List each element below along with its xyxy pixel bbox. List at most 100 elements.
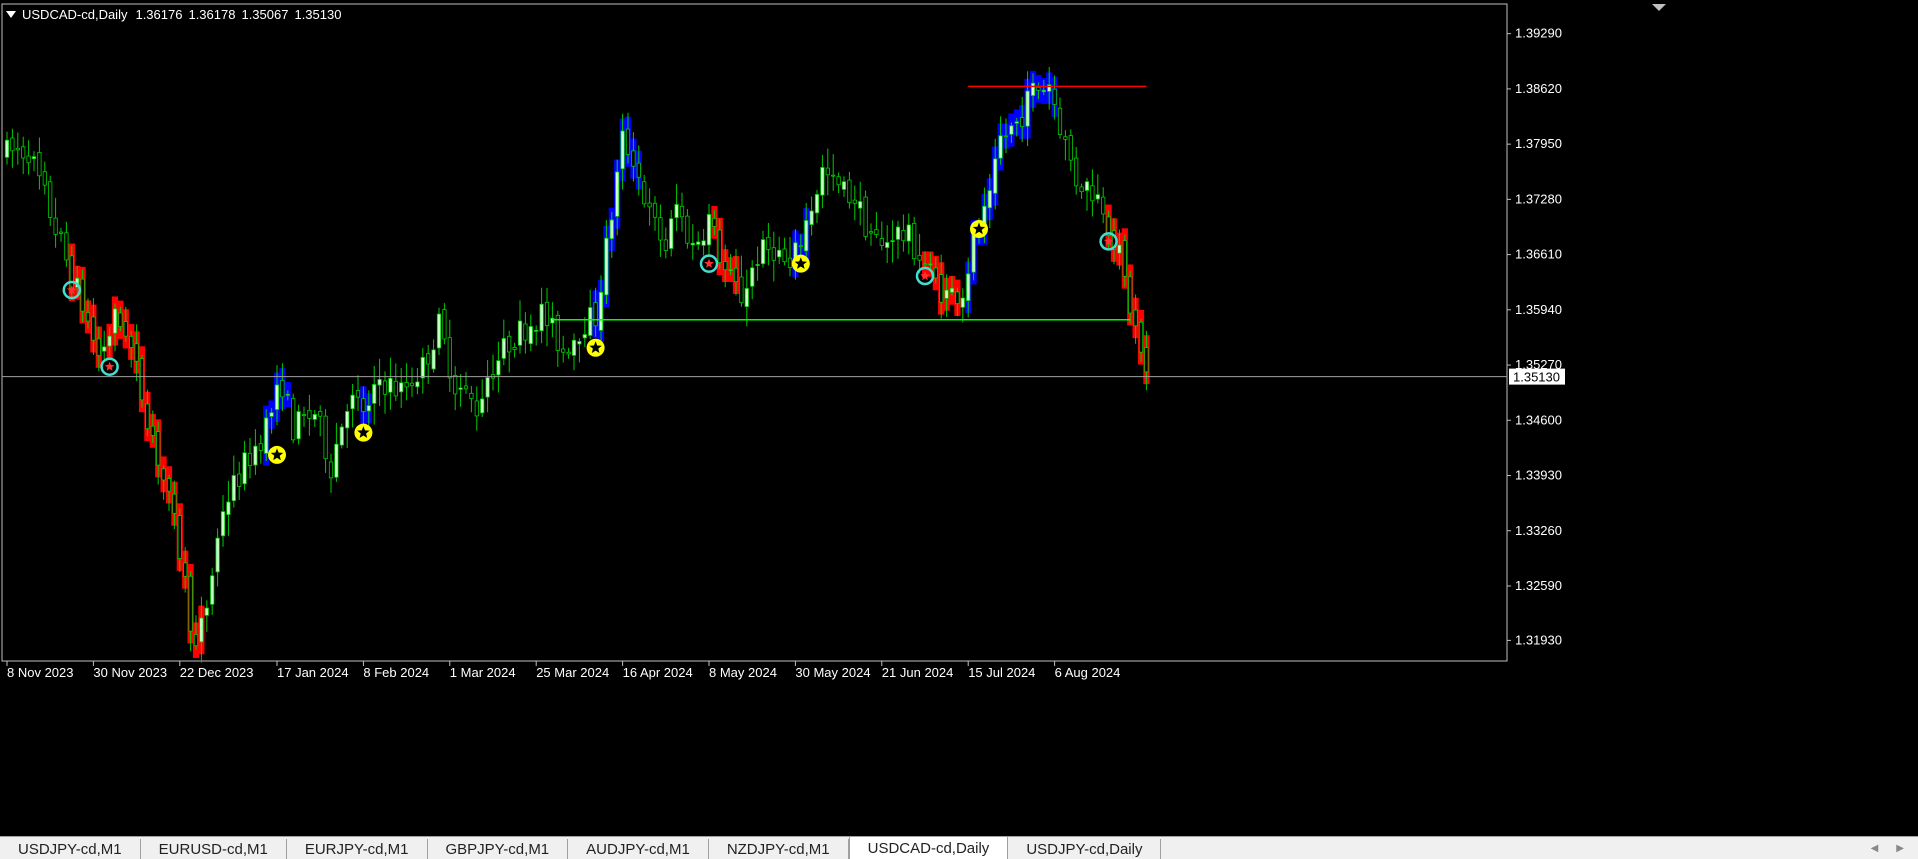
chart-tab-usdcad-cd-daily[interactable]: USDCAD-cd,Daily: [848, 837, 1009, 859]
bull-candle: [210, 575, 215, 605]
price-axis-label: 1.31930: [1515, 632, 1562, 647]
bear-candle: [561, 348, 566, 353]
bear-candle: [69, 255, 74, 290]
bear-candle: [852, 199, 857, 204]
bull-candle: [604, 237, 609, 296]
bear-candle: [291, 398, 296, 441]
chart-tab-eurusd-cd-m1[interactable]: EURUSD-cd,M1: [141, 839, 287, 859]
time-axis-label: 17 Jan 2024: [277, 665, 349, 680]
bear-candle: [80, 278, 85, 312]
bear-candle: [787, 257, 793, 268]
bull-candle: [226, 501, 231, 515]
bear-candle: [404, 382, 409, 388]
bear-candle: [847, 179, 852, 204]
bull-candle: [231, 475, 236, 502]
time-axis-label: 30 Nov 2023: [93, 665, 167, 680]
bear-candle: [1133, 309, 1138, 327]
bull-candle: [571, 339, 577, 356]
bear-candle: [1020, 117, 1025, 128]
bull-candle: [1025, 90, 1030, 127]
bear-candle: [642, 181, 647, 205]
bull-candle: [744, 288, 749, 308]
chart-shift-icon: [1652, 4, 1666, 11]
bull-candle: [399, 382, 404, 393]
bear-candle: [566, 351, 571, 355]
bear-candle: [712, 218, 717, 227]
chart-tab-nzdjpy-cd-m1[interactable]: NZDJPY-cd,M1: [709, 839, 849, 859]
bull-candle: [485, 377, 490, 398]
bear-candle: [145, 403, 150, 430]
bull-candle: [274, 384, 280, 410]
scroll-right-icon[interactable]: ▶: [1896, 843, 1904, 854]
bear-candle: [933, 267, 938, 279]
bear-candle: [512, 347, 517, 351]
chart-tab-bar: USDJPY-cd,M1 EURUSD-cd,M1 EURJPY-cd,M1 GBPJ…: [0, 836, 1918, 859]
bear-candle: [836, 176, 841, 186]
bull-candle: [215, 537, 220, 573]
time-axis-label: 6 Aug 2024: [1055, 665, 1121, 680]
chart-tab-gbpjpy-cd-m1[interactable]: GBPJPY-cd,M1: [428, 839, 569, 859]
tab-scroll-controls: ◀ ▶: [1871, 837, 1918, 859]
bear-candle: [901, 230, 906, 242]
chart-tab-usdjpy-cd-m1[interactable]: USDJPY-cd,M1: [0, 839, 141, 859]
time-axis-label: 21 Jun 2024: [882, 665, 954, 680]
bull-candle: [906, 224, 911, 242]
bear-candle: [831, 174, 836, 177]
bear-candle: [1074, 157, 1079, 187]
bull-candle: [1117, 244, 1122, 254]
bear-candle: [53, 217, 58, 235]
bear-candle: [739, 276, 744, 304]
bull-candle: [496, 360, 501, 376]
bear-candle: [771, 247, 776, 261]
bear-candle: [301, 414, 307, 416]
bear-candle: [393, 380, 398, 397]
current-price-label: 1.35130: [1513, 370, 1560, 385]
bear-candle: [318, 411, 323, 417]
chart-tab-eurjpy-cd-m1[interactable]: EURJPY-cd,M1: [287, 839, 428, 859]
price-axis-label: 1.37950: [1515, 136, 1562, 151]
bear-candle: [922, 263, 928, 266]
open-price: 1.36176: [135, 6, 183, 22]
bull-candle: [517, 320, 523, 346]
bull-candle: [31, 156, 37, 160]
bull-candle: [242, 452, 247, 485]
bear-candle: [183, 562, 188, 577]
bull-candle: [480, 398, 485, 414]
bear-candle: [766, 236, 771, 250]
chart-tab-audjpy-cd-m1[interactable]: AUDJPY-cd,M1: [568, 839, 709, 859]
bear-candle: [863, 196, 868, 237]
chart-tab-usdjpy-cd-daily[interactable]: USDJPY-cd,Daily: [1008, 839, 1162, 859]
bull-candle: [696, 241, 701, 245]
time-axis-label: 22 Dec 2023: [180, 665, 254, 680]
bull-candle: [534, 329, 539, 332]
bull-candle: [820, 167, 825, 196]
bear-candle: [280, 380, 285, 398]
bull-candle: [998, 135, 1003, 159]
price-chart[interactable]: 1.39290 1.38620 1.37950 1.37280 1.36610 1.359…: [0, 0, 1918, 836]
scroll-left-icon[interactable]: ◀: [1871, 843, 1879, 854]
bull-candle: [1095, 194, 1100, 200]
bear-candle: [161, 468, 166, 481]
time-axis-label: 8 May 2024: [709, 665, 777, 680]
bear-candle: [544, 301, 550, 327]
bull-candle: [377, 379, 382, 386]
bear-candle: [129, 336, 134, 348]
price-axis-label: 1.34600: [1515, 412, 1562, 427]
time-axis-label: 15 Jul 2024: [968, 665, 1035, 680]
bear-candle: [1079, 186, 1084, 193]
bull-candle: [107, 335, 112, 347]
bear-candle: [955, 291, 960, 304]
bear-candle: [1036, 86, 1041, 91]
bull-candle: [345, 411, 350, 429]
bear-candle: [523, 323, 528, 341]
bear-candle: [1138, 321, 1144, 353]
bear-candle: [426, 353, 431, 365]
chart-window[interactable]: 1.39290 1.38620 1.37950 1.37280 1.36610 1.359…: [0, 0, 1918, 836]
bull-candle: [669, 218, 674, 249]
bear-candle: [868, 231, 874, 234]
bull-candle: [777, 249, 782, 258]
collapse-triangle-icon[interactable]: [6, 10, 16, 18]
bear-candle: [507, 335, 512, 353]
bear-candle: [1052, 88, 1057, 105]
bull-candle: [598, 291, 604, 331]
